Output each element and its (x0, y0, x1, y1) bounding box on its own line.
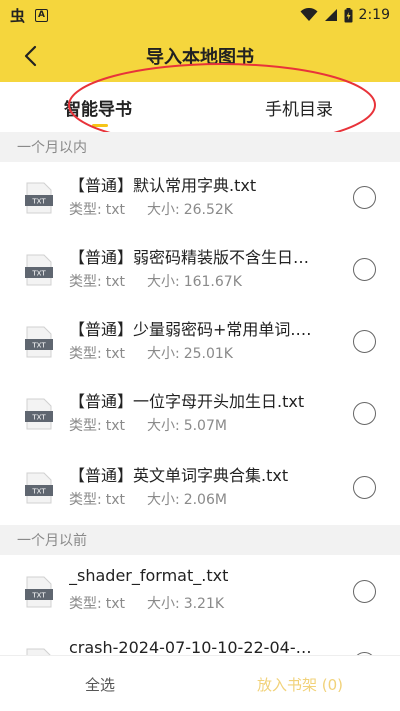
file-type: txt (105, 274, 125, 290)
bottom-bar: 全选 放入书架 (0) (0, 655, 400, 711)
file-name: 【普通】少量弱密码+常用单词.txt (69, 320, 314, 339)
type-label: 类型: (69, 346, 102, 362)
txt-file-icon: TXT (25, 254, 53, 286)
file-row[interactable]: TXT crash-2024-07-10-10-22-04-17 (0, 628, 400, 655)
file-size: 5.07M (183, 418, 227, 434)
type-label: 类型: (69, 492, 102, 508)
file-meta: 类型: txt 大小: 5.07M (69, 415, 231, 435)
file-size: 2.06M (183, 492, 227, 508)
size-label: 大小: (146, 418, 180, 434)
select-radio[interactable] (353, 330, 376, 353)
txt-file-icon: TXT (26, 648, 51, 655)
size-label: 大小: (146, 492, 180, 508)
section-header-recent: 一个月以内 (0, 132, 400, 162)
file-row[interactable]: TXT 【普通】默认常用字典.txt 类型: txt 大小: 26.52K (0, 162, 400, 234)
svg-text:TXT: TXT (31, 488, 46, 496)
file-meta: 类型: txt 大小: 25.01K (69, 343, 237, 363)
txt-file-icon: TXT (25, 326, 53, 358)
svg-text:TXT: TXT (31, 342, 46, 350)
file-type: txt (105, 346, 125, 362)
svg-text:TXT: TXT (31, 198, 46, 206)
svg-text:TXT: TXT (31, 414, 46, 422)
file-row[interactable]: TXT 【普通】英文单词字典合集.txt 类型: txt 大小: 2.06M (0, 452, 400, 524)
file-type: txt (105, 492, 125, 508)
file-row[interactable]: TXT 【普通】少量弱密码+常用单词.txt 类型: txt 大小: 25.01K (0, 306, 400, 378)
file-name: 【普通】一位字母开头加生日.txt (69, 392, 305, 411)
file-row[interactable]: TXT 【普通】弱密码精装版不含生日.txt 类型: txt 大小: 161.67K (0, 234, 400, 306)
select-radio[interactable] (353, 258, 376, 281)
file-type: txt (105, 418, 125, 434)
file-meta: 类型: txt 大小: 2.06M (69, 489, 231, 509)
type-label: 类型: (69, 418, 102, 434)
file-type: txt (105, 202, 125, 218)
file-row[interactable]: TXT 【普通】一位字母开头加生日.txt 类型: txt 大小: 5.07M (0, 378, 400, 450)
section-header-older: 一个月以前 (0, 525, 400, 555)
file-row[interactable]: TXT _shader_format_.txt 类型: txt 大小: 3.21K (0, 556, 400, 628)
select-radio[interactable] (353, 402, 376, 425)
txt-file-icon: TXT (25, 576, 53, 608)
file-type: txt (105, 596, 125, 612)
file-name: 【普通】英文单词字典合集.txt (69, 466, 289, 485)
file-size: 3.21K (183, 596, 225, 612)
file-meta: 类型: txt 大小: 26.52K (69, 199, 237, 219)
file-size: 26.52K (183, 202, 233, 218)
txt-file-icon: TXT (25, 182, 53, 214)
size-label: 大小: (146, 346, 180, 362)
file-size: 161.67K (183, 274, 242, 290)
type-label: 类型: (69, 274, 102, 290)
select-radio[interactable] (353, 186, 376, 209)
file-meta: 类型: txt 大小: 161.67K (69, 271, 246, 291)
file-name: 【普通】默认常用字典.txt (69, 176, 257, 195)
size-label: 大小: (146, 596, 180, 612)
file-name: _shader_format_.txt (69, 566, 229, 585)
txt-file-icon: TXT (25, 472, 53, 504)
file-meta: 类型: txt 大小: 3.21K (69, 593, 228, 613)
add-to-shelf-button[interactable]: 放入书架 (0) (257, 674, 343, 695)
file-name: crash-2024-07-10-10-22-04-17 (69, 638, 314, 655)
file-size: 25.01K (183, 346, 233, 362)
txt-file-icon: TXT (25, 398, 53, 430)
size-label: 大小: (146, 202, 180, 218)
select-radio[interactable] (353, 580, 376, 603)
select-radio[interactable] (353, 476, 376, 499)
file-name: 【普通】弱密码精装版不含生日.txt (69, 248, 314, 267)
size-label: 大小: (146, 274, 180, 290)
select-all-button[interactable]: 全选 (85, 674, 115, 695)
svg-text:TXT: TXT (31, 592, 46, 600)
type-label: 类型: (69, 202, 102, 218)
svg-text:TXT: TXT (31, 270, 46, 278)
type-label: 类型: (69, 596, 102, 612)
